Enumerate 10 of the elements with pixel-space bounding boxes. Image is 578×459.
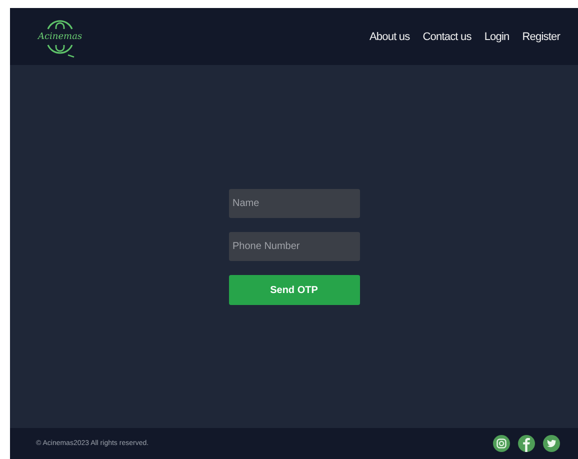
nav-link[interactable]: Contact us bbox=[422, 30, 472, 42]
logo-text: Acinemas bbox=[38, 32, 82, 42]
bird-icon[interactable] bbox=[543, 435, 560, 452]
input-field[interactable]: Phone Number bbox=[228, 232, 360, 261]
input-field[interactable]: Name bbox=[228, 189, 360, 218]
nav-link[interactable]: Register bbox=[522, 30, 560, 42]
instagram-icon[interactable] bbox=[493, 435, 510, 452]
facebook-icon[interactable] bbox=[518, 435, 535, 452]
nav-link[interactable]: Login bbox=[484, 30, 510, 42]
nav-link[interactable]: About us bbox=[369, 30, 410, 42]
